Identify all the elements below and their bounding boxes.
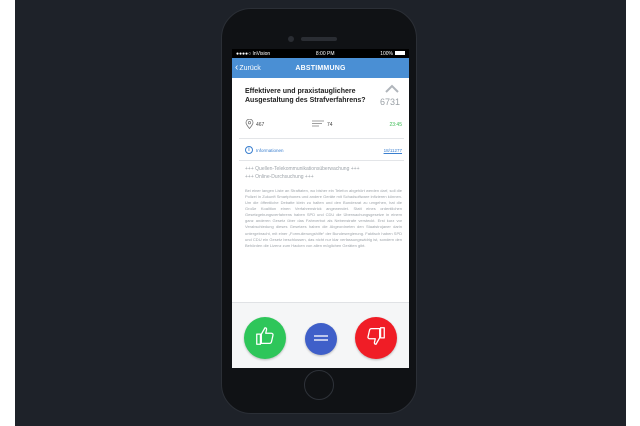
chevron-up-icon[interactable] [384,84,400,96]
question-title: Effektivere und praxistauglichere Ausges… [245,88,366,105]
vote-yes-button[interactable] [244,317,286,359]
battery-percent: 100% [380,50,393,57]
vote-no-button[interactable] [355,317,397,359]
vote-neutral-button[interactable] [305,323,337,355]
clock: 8:00 PM [315,50,335,57]
vote-count: 6731 [380,97,401,107]
time-remaining: 23:45 [389,122,402,128]
description-text: Bei einer langen Liste an Straftaten, wo… [245,188,402,248]
map-pin-icon [245,118,254,131]
navigation-bar: ‹ Zurück ABSTIMMUNG [232,58,409,78]
info-label: Informationen [256,148,284,153]
tag-item: +++ Online-Durchsuchung +++ [245,173,314,180]
app-screen: ●●●●○ InVision 8:00 PM 100% ‹ Zurück ABS… [232,49,409,368]
back-button[interactable]: ‹ Zurück [235,58,261,78]
tag-item: +++ Quellen-Telekommunikationsüberwachun… [245,166,360,172]
meta-row: 467 74 23:45 [245,118,402,131]
status-bar: ●●●●○ InVision 8:00 PM 100% [232,49,409,58]
thumbs-up-icon [254,325,276,352]
divider [239,160,404,161]
equals-icon [314,330,328,348]
home-button[interactable] [304,370,334,400]
phone-frame: ●●●●○ InVision 8:00 PM 100% ‹ Zurück ABS… [221,8,417,414]
chevron-left-icon: ‹ [235,62,239,73]
info-row[interactable]: i Informationen 18/11277 [245,146,402,155]
back-label: Zurück [239,64,261,72]
battery-icon [394,50,405,55]
comments-count: 74 [327,122,333,128]
thumbs-down-icon [365,325,387,352]
front-camera [288,36,294,42]
location-count: 467 [256,122,265,128]
battery-indicator: 100% [380,50,405,57]
background-stage: ●●●●○ InVision 8:00 PM 100% ‹ Zurück ABS… [15,0,626,426]
info-icon: i [245,146,253,154]
divider [239,138,404,139]
vote-action-bar [232,302,409,368]
document-reference-link[interactable]: 18/11277 [384,148,402,153]
carrier-label: ●●●●○ InVision [236,50,271,57]
earpiece-speaker [301,37,337,41]
lines-icon [312,120,324,130]
tag-list: +++ Quellen-Telekommunikationsüberwachun… [245,166,402,181]
